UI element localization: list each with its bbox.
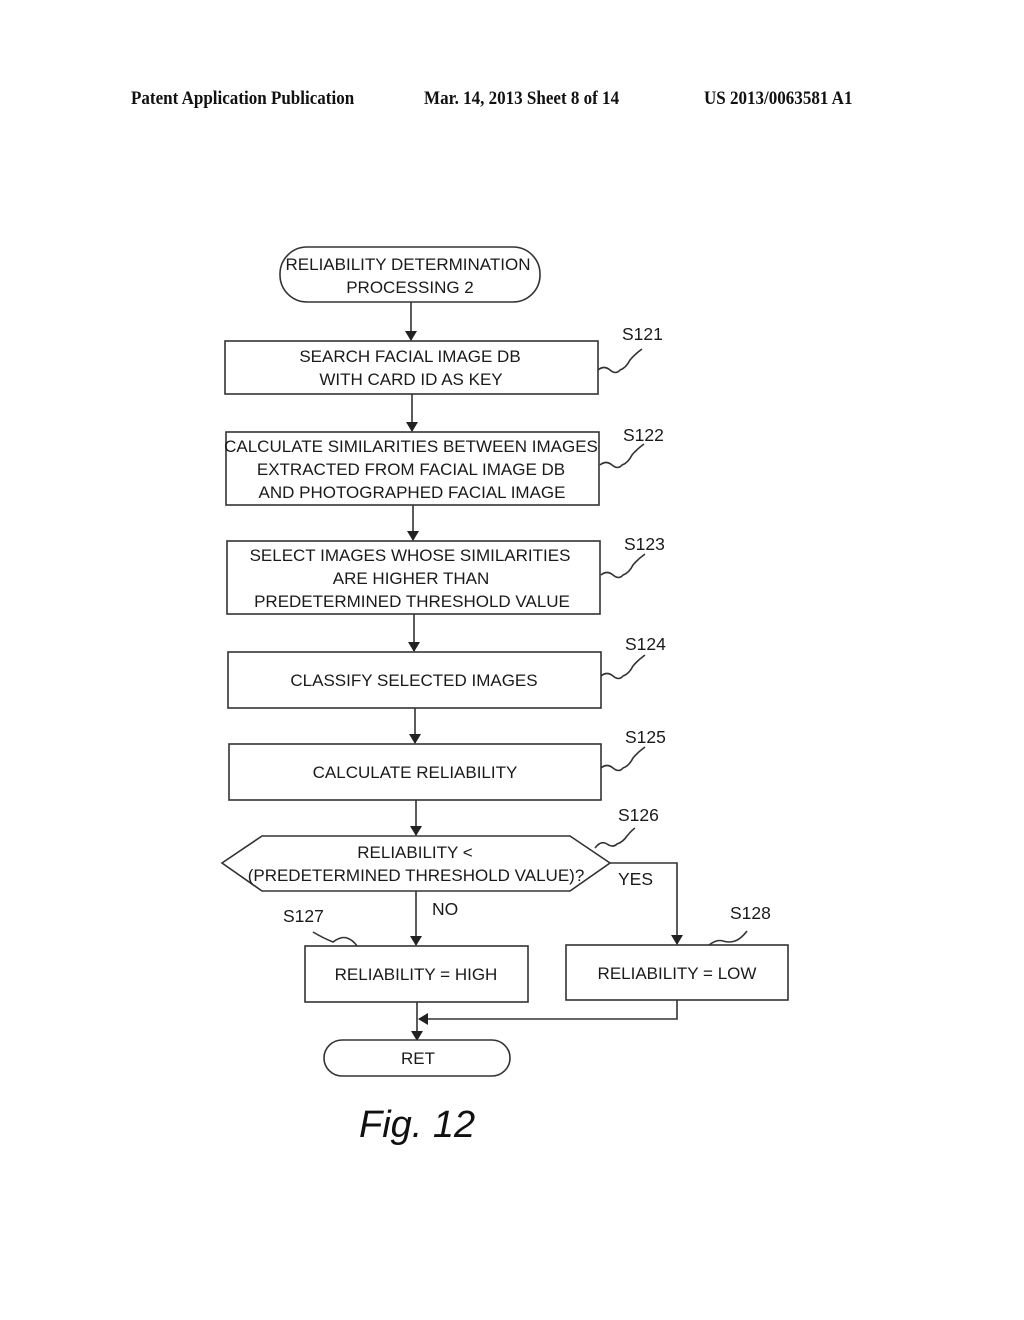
s122-line-1: CALCULATE SIMILARITIES BETWEEN IMAGES	[224, 437, 598, 456]
decision-s126: RELIABILITY < (PREDETERMINED THRESHOLD V…	[220, 805, 659, 919]
start-line-1: RELIABILITY DETERMINATION	[286, 255, 531, 274]
s126-line-1: RELIABILITY <	[357, 843, 473, 862]
s126-leader	[594, 827, 636, 849]
s128-id: S128	[730, 903, 771, 923]
s126-id: S126	[618, 805, 659, 825]
s124-leader	[600, 654, 646, 680]
s128-line-1: RELIABILITY = LOW	[598, 964, 757, 983]
s125-id: S125	[625, 727, 666, 747]
s123-line-1: SELECT IMAGES WHOSE SIMILARITIES	[250, 546, 571, 565]
end-label: RET	[401, 1049, 435, 1068]
s123-line-2: ARE HIGHER THAN	[333, 569, 490, 588]
step-s123: SELECT IMAGES WHOSE SIMILARITIES ARE HIG…	[226, 534, 665, 615]
s122-line-2: EXTRACTED FROM FACIAL IMAGE DB	[257, 460, 565, 479]
start-terminator: RELIABILITY DETERMINATION PROCESSING 2	[279, 246, 541, 303]
no-label: NO	[432, 899, 458, 919]
flowchart: RELIABILITY DETERMINATION PROCESSING 2 S…	[220, 246, 789, 1146]
step-s122: CALCULATE SIMILARITIES BETWEEN IMAGES EX…	[224, 425, 664, 506]
step-s121: SEARCH FACIAL IMAGE DB WITH CARD ID AS K…	[224, 324, 663, 395]
s127-leader	[312, 931, 358, 947]
s121-line-1: SEARCH FACIAL IMAGE DB	[299, 347, 520, 366]
s123-id: S123	[624, 534, 665, 554]
figure-label: Fig. 12	[359, 1104, 475, 1146]
s124-line-1: CLASSIFY SELECTED IMAGES	[290, 671, 537, 690]
s125-leader	[600, 746, 646, 772]
s121-line-2: WITH CARD ID AS KEY	[319, 370, 502, 389]
s128-leader	[708, 930, 748, 946]
step-s127: RELIABILITY = HIGH S127	[283, 906, 529, 1003]
step-s124: CLASSIFY SELECTED IMAGES S124	[227, 634, 666, 709]
s123-line-3: PREDETERMINED THRESHOLD VALUE	[254, 592, 570, 611]
s121-id: S121	[622, 324, 663, 344]
s123-leader	[600, 553, 646, 579]
s121-leader	[597, 348, 643, 374]
start-line-2: PROCESSING 2	[346, 278, 474, 297]
s125-line-1: CALCULATE RELIABILITY	[313, 763, 518, 782]
end-terminator: RET	[323, 1039, 511, 1077]
arrow-s128-merge	[418, 1000, 678, 1025]
step-s125: CALCULATE RELIABILITY S125	[228, 727, 666, 801]
s122-line-3: AND PHOTOGRAPHED FACIAL IMAGE	[258, 483, 565, 502]
s122-leader	[599, 443, 645, 469]
s127-line-1: RELIABILITY = HIGH	[335, 965, 498, 984]
s124-id: S124	[625, 634, 666, 654]
s122-id: S122	[623, 425, 664, 445]
s126-line-2: (PREDETERMINED THRESHOLD VALUE)?	[248, 866, 585, 885]
yes-label: YES	[618, 869, 653, 889]
s127-id: S127	[283, 906, 324, 926]
